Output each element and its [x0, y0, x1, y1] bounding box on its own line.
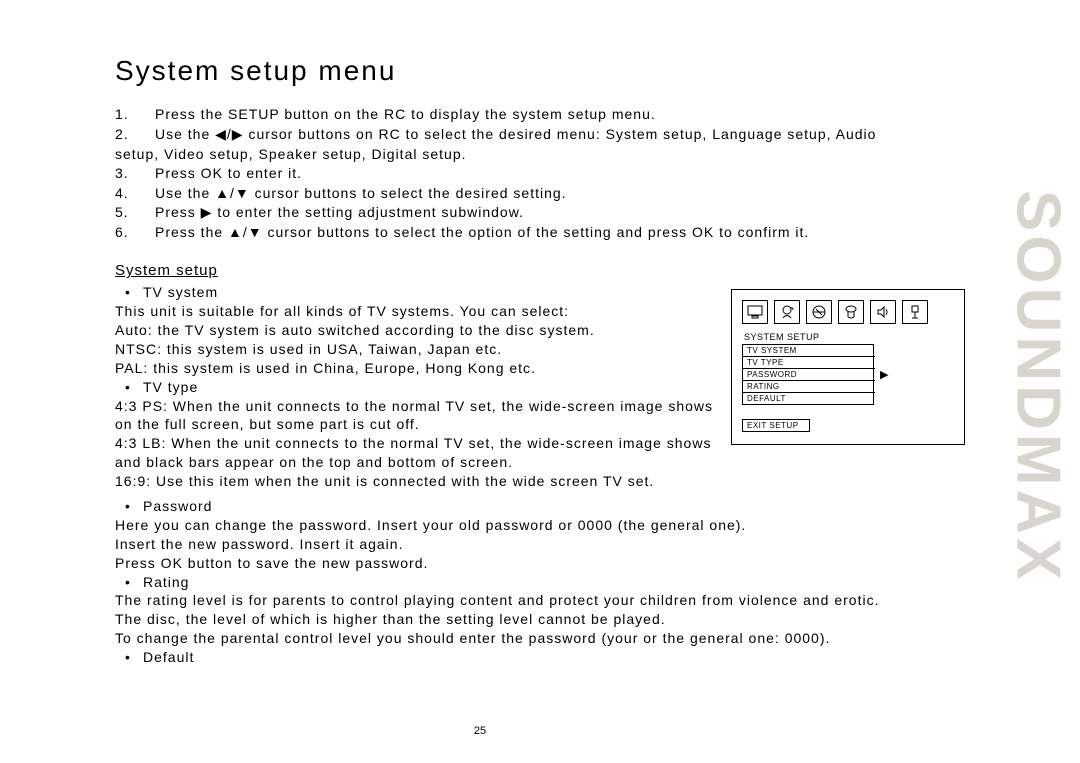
password-line-3: Press OK button to save the new password… [115, 554, 965, 573]
system-icon [742, 300, 768, 324]
digital-icon [902, 300, 928, 324]
rating-line-1: The rating level is for parents to contr… [115, 591, 965, 610]
language-icon [774, 300, 800, 324]
tv-system-intro: This unit is suitable for all kinds of T… [115, 302, 713, 321]
tv-system-auto: Auto: the TV system is auto switched acc… [115, 321, 713, 340]
tv-type-43lb: 4:3 LB: When the unit connects to the no… [115, 434, 713, 472]
step-2-wrap: setup, Video setup, Speaker setup, Digit… [115, 145, 965, 164]
tv-system-ntsc: NTSC: this system is used in USA, Taiwan… [115, 340, 713, 359]
speaker-icon [870, 300, 896, 324]
osd-exit: EXIT SETUP [742, 419, 810, 432]
brand-text: SOUNDMAX [1003, 190, 1074, 584]
section-heading: System setup [115, 262, 965, 279]
osd-row-default: DEFAULT [743, 393, 875, 404]
tv-type-43ps: 4:3 PS: When the unit connects to the no… [115, 397, 713, 435]
tv-type-169: 16:9: Use this item when the unit is con… [115, 472, 713, 491]
step-2: 2.Use the ◀/▶ cursor buttons on RC to se… [115, 125, 965, 144]
osd-preview: SYSTEM SETUP TV SYSTEM TV TYPE PASSWORD … [731, 289, 965, 445]
osd-row-tv-type: TV TYPE [743, 357, 875, 369]
password-line-2: Insert the new password. Insert it again… [115, 535, 965, 554]
osd-row-password: PASSWORD [743, 369, 875, 381]
tv-system-pal: PAL: this system is used in China, Europ… [115, 359, 713, 378]
page-title: System setup menu [115, 55, 965, 87]
osd-icon-row [742, 300, 954, 324]
rating-line-2: The disc, the level of which is higher t… [115, 610, 965, 629]
bullet-password: Password [115, 497, 965, 516]
osd-row-rating: RATING [743, 381, 875, 393]
osd-menu-list: TV SYSTEM TV TYPE PASSWORD RATING DEFAUL… [742, 344, 874, 405]
brand-watermark: SOUNDMAX [1010, 50, 1066, 723]
step-4: 4.Use the ▲/▼ cursor buttons to select t… [115, 184, 965, 203]
rating-line-3: To change the parental control level you… [115, 629, 965, 648]
bullet-default: Default [115, 648, 965, 667]
osd-row-tv-system: TV SYSTEM [743, 345, 875, 357]
audio-icon [806, 300, 832, 324]
bullet-tv-type: TV type [115, 378, 713, 397]
bullet-rating: Rating [115, 573, 965, 592]
video-icon [838, 300, 864, 324]
osd-title: SYSTEM SETUP [742, 332, 954, 342]
page-content: System setup menu 1.Press the SETUP butt… [115, 55, 965, 667]
step-6: 6.Press the ▲/▼ cursor buttons to select… [115, 223, 965, 242]
step-1: 1.Press the SETUP button on the RC to di… [115, 105, 965, 124]
system-setup-body: TV system This unit is suitable for all … [115, 283, 713, 491]
bullet-tv-system: TV system [115, 283, 713, 302]
osd-selection-arrow-icon: ▶ [880, 368, 888, 381]
password-line-1: Here you can change the password. Insert… [115, 516, 965, 535]
step-5: 5.Press ▶ to enter the setting adjustmen… [115, 203, 965, 222]
step-3: 3.Press OK to enter it. [115, 164, 965, 183]
page-number: 25 [0, 725, 960, 737]
